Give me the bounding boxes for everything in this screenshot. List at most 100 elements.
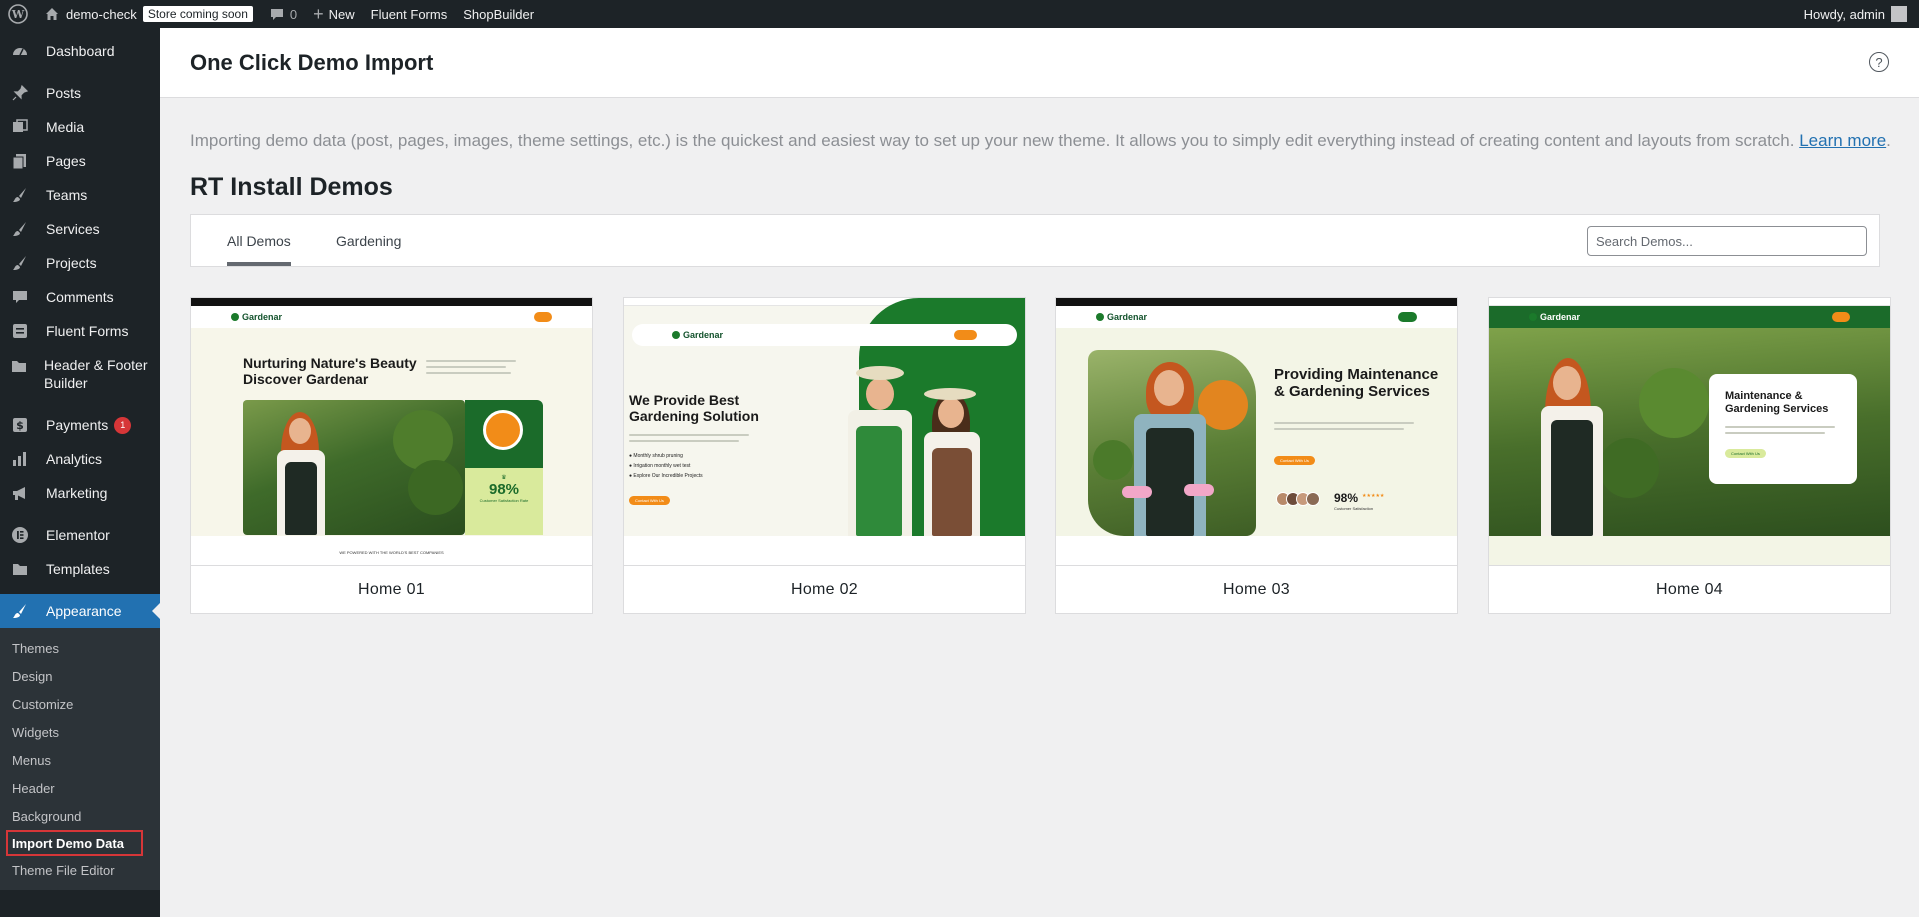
- sidebar-item-elementor[interactable]: Elementor: [0, 518, 160, 552]
- tab-all-demos[interactable]: All Demos: [227, 215, 291, 266]
- site-name-link[interactable]: demo-check Store coming soon: [36, 0, 261, 28]
- intro-period: .: [1886, 131, 1891, 150]
- thumb-footer: [1056, 536, 1457, 565]
- thumb-cta: [1398, 312, 1417, 322]
- sidebar-item-payments[interactable]: $ Payments 1: [0, 408, 160, 442]
- submenu-item-header[interactable]: Header: [0, 774, 160, 802]
- learn-more-link[interactable]: Learn more: [1799, 131, 1886, 150]
- sidebar-item-media[interactable]: Media: [0, 110, 160, 144]
- sidebar-item-label: Templates: [46, 561, 110, 577]
- demo-card-home-04[interactable]: Gardenar Maintenance & Gardening Service…: [1488, 297, 1891, 614]
- person-head: [1154, 370, 1184, 406]
- submenu-item-import-demo-data[interactable]: Import Demo Data: [6, 830, 143, 856]
- search-demos-input[interactable]: [1587, 226, 1867, 256]
- tab-gardening[interactable]: Gardening: [336, 215, 401, 266]
- sidebar-item-templates[interactable]: Templates: [0, 552, 160, 586]
- demo-thumbnail[interactable]: Gardenar Nurturing Nature's Beauty Disco…: [191, 298, 592, 566]
- thumb-nav: Gardenar: [1056, 306, 1457, 328]
- thumb-headline: Maintenance & Gardening Services: [1725, 390, 1829, 415]
- sidebar-item-posts[interactable]: Posts: [0, 76, 160, 110]
- demo-thumbnail[interactable]: Gardenar We Provide Best Gardening Solut…: [624, 298, 1025, 566]
- sidebar-item-label: Comments: [46, 289, 114, 305]
- intro-text: Importing demo data (post, pages, images…: [190, 131, 1910, 151]
- submenu-item-design[interactable]: Design: [0, 662, 160, 690]
- thumb-footer: [1489, 536, 1890, 565]
- demo-thumbnail[interactable]: Gardenar Providing Maintenance & Gardeni…: [1056, 298, 1457, 566]
- demo-filter-bar: All Demos Gardening: [190, 214, 1880, 267]
- sidebar-item-dashboard[interactable]: Dashboard: [0, 34, 160, 68]
- demo-thumbnail[interactable]: Gardenar Maintenance & Gardening Service…: [1489, 298, 1890, 566]
- chart-icon: [10, 449, 30, 469]
- howdy-text: Howdy, admin: [1803, 6, 1885, 22]
- thumb-nav: Gardenar: [191, 306, 592, 328]
- appearance-submenu: Themes Design Customize Widgets Menus He…: [0, 628, 160, 890]
- sidebar-item-comments[interactable]: Comments: [0, 280, 160, 314]
- thumb-topbar: [1056, 298, 1457, 306]
- person-head: [866, 378, 894, 410]
- elementor-icon: [10, 525, 30, 545]
- submenu-item-theme-file-editor[interactable]: Theme File Editor: [0, 856, 160, 884]
- thumb-headline: Nurturing Nature's Beauty Discover Garde…: [243, 355, 417, 388]
- demo-card-home-01[interactable]: Gardenar Nurturing Nature's Beauty Disco…: [190, 297, 593, 614]
- sidebar-item-marketing[interactable]: Marketing: [0, 476, 160, 510]
- person-head: [289, 418, 311, 444]
- submenu-item-menus[interactable]: Menus: [0, 746, 160, 774]
- dollar-icon: $: [10, 415, 30, 435]
- thumb-stat: 98%: [488, 481, 520, 498]
- thumb-headline: Providing Maintenance & Gardening Servic…: [1274, 366, 1439, 401]
- avatar-group: [1276, 492, 1332, 506]
- submenu-item-widgets[interactable]: Widgets: [0, 718, 160, 746]
- thumb-text-line: [1274, 428, 1404, 430]
- sidebar-item-label: Media: [46, 119, 85, 135]
- sidebar-item-fluent-forms[interactable]: Fluent Forms: [0, 314, 160, 348]
- person-apron: [932, 448, 972, 536]
- dashboard-icon: [10, 41, 30, 61]
- thumb-green-panel: ♛ 98% Customer Satisfaction Rate: [465, 400, 543, 535]
- sidebar-item-header-footer-builder[interactable]: Header & Footer Builder: [0, 348, 160, 400]
- wordpress-logo-icon[interactable]: W: [0, 0, 36, 28]
- demo-title: Home 02: [790, 581, 859, 598]
- submenu-item-background[interactable]: Background: [0, 802, 160, 830]
- sidebar-item-services[interactable]: Services: [0, 212, 160, 246]
- demo-card-home-03[interactable]: Gardenar Providing Maintenance & Gardeni…: [1055, 297, 1458, 614]
- avatar: [1891, 6, 1907, 22]
- sidebar-item-label: Posts: [46, 85, 82, 101]
- store-status-badge[interactable]: Store coming soon: [142, 6, 253, 22]
- bush-shape: [1639, 368, 1709, 438]
- person-hat: [856, 366, 904, 380]
- sidebar-item-appearance[interactable]: Appearance: [0, 594, 160, 628]
- thumb-logo: Gardenar: [1096, 312, 1147, 322]
- payments-count-badge: 1: [114, 416, 132, 434]
- page-header: One Click Demo Import ?: [160, 28, 1919, 98]
- thumb-nav: Gardenar: [1489, 306, 1890, 328]
- thumb-text-line: [1725, 432, 1825, 434]
- comments-link[interactable]: 0: [261, 0, 305, 28]
- thumb-stat: 98%: [1334, 491, 1359, 505]
- thumb-logo: Gardenar: [672, 330, 723, 340]
- brush-icon: [10, 185, 30, 205]
- shopbuilder-link[interactable]: ShopBuilder: [455, 0, 542, 28]
- sidebar-item-label: Pages: [46, 153, 86, 169]
- sidebar-item-label: Marketing: [46, 485, 108, 501]
- thumb-stat-label: Customer Satisfaction: [1334, 506, 1374, 511]
- fluent-forms-link[interactable]: Fluent Forms: [363, 0, 456, 28]
- help-icon[interactable]: ?: [1869, 52, 1889, 72]
- submenu-item-customize[interactable]: Customize: [0, 690, 160, 718]
- media-icon: [10, 117, 30, 137]
- submenu-item-themes[interactable]: Themes: [0, 634, 160, 662]
- sidebar-item-label: Elementor: [46, 527, 110, 543]
- thumb-logo: Gardenar: [231, 312, 282, 322]
- thumb-logo: Gardenar: [1529, 312, 1580, 322]
- thumb-contact-button: Contact With Us: [629, 496, 670, 505]
- demo-title: Home 01: [357, 581, 426, 598]
- sidebar-item-pages[interactable]: Pages: [0, 144, 160, 178]
- sidebar-item-analytics[interactable]: Analytics: [0, 442, 160, 476]
- person-apron: [856, 426, 902, 536]
- glove-shape: [1184, 484, 1214, 496]
- new-content-link[interactable]: + New: [305, 0, 363, 28]
- demo-card-home-02[interactable]: Gardenar We Provide Best Gardening Solut…: [623, 297, 1026, 614]
- sidebar-item-teams[interactable]: Teams: [0, 178, 160, 212]
- sidebar-item-label: Teams: [46, 187, 88, 203]
- sidebar-item-projects[interactable]: Projects: [0, 246, 160, 280]
- user-account-menu[interactable]: Howdy, admin: [1796, 0, 1919, 28]
